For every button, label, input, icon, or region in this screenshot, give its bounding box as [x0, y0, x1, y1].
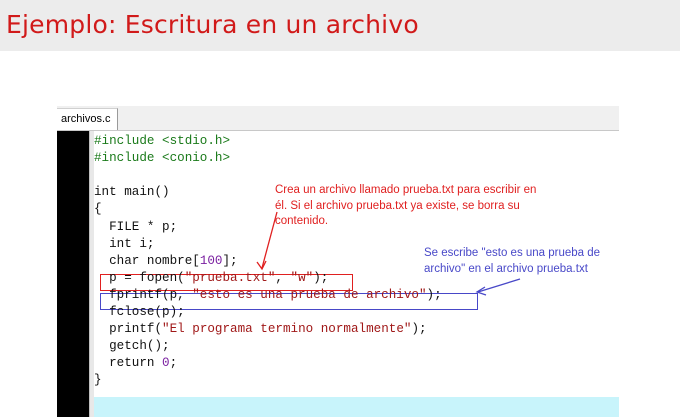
- code-token: #include <stdio.h>: [94, 134, 231, 148]
- code-line: FILE * p;: [94, 219, 177, 236]
- code-line: char nombre[100];: [94, 253, 238, 270]
- annotation-line: Se escribe "esto es una prueba de: [424, 247, 601, 259]
- fopen-annotation: Crea un archivo llamado prueba.txt para …: [275, 183, 536, 230]
- code-line: fprintf(p, "esto es una prueba de archiv…: [94, 287, 442, 304]
- code-token: );: [411, 322, 427, 337]
- code-token: return: [94, 356, 163, 371]
- code-token: p = fopen(: [94, 270, 185, 285]
- code-token: "w": [290, 270, 314, 285]
- code-line: #include <conio.h>: [94, 150, 230, 167]
- code-token: }: [94, 373, 102, 388]
- code-token: {: [94, 202, 102, 217]
- code-token: getch();: [94, 339, 170, 354]
- code-line: printf("El programa termino normalmente"…: [94, 321, 427, 338]
- annotation-line: él. Si el archivo prueba.txt ya existe, …: [275, 199, 520, 212]
- code-token: char nombre[: [94, 253, 200, 268]
- editor-tab-bar: archivos.c: [57, 106, 619, 131]
- annotation-line: Crea un archivo llamado prueba.txt para …: [275, 184, 537, 196]
- code-line: #include <stdio.h>: [94, 133, 230, 150]
- code-token: ;: [169, 356, 178, 371]
- code-line: }: [94, 372, 102, 389]
- code-line: {: [94, 201, 102, 218]
- code-token: printf(: [94, 322, 163, 337]
- slide-title: Ejemplo: Escritura en un archivo: [6, 10, 419, 39]
- code-token: fprintf(p,: [94, 287, 193, 302]
- code-line: int main(): [94, 184, 170, 201]
- line-number-gutter: [57, 131, 89, 417]
- annotation-line: contenido.: [275, 215, 329, 227]
- code-line: getch();: [94, 338, 170, 355]
- code-token: #include <conio.h>: [94, 151, 231, 166]
- code-token: fclose(p);: [94, 305, 185, 319]
- code-token: ];: [222, 253, 238, 268]
- slide-header: Ejemplo: Escritura en un archivo: [0, 0, 680, 51]
- code-token: "El programa termino normalmente": [162, 322, 412, 337]
- code-line: int i;: [94, 236, 154, 253]
- code-line: return 0;: [94, 355, 177, 372]
- current-line-highlight: [94, 397, 619, 417]
- code-token: );: [426, 287, 442, 302]
- file-tab-archivos-c[interactable]: archivos.c: [57, 108, 118, 130]
- code-token: 100: [199, 253, 223, 268]
- code-token: "esto es una prueba de archivo": [192, 287, 427, 302]
- code-line: fclose(p);: [94, 304, 185, 321]
- code-token: );: [313, 270, 329, 285]
- code-token: ,: [275, 270, 291, 285]
- code-token: FILE * p;: [94, 219, 178, 234]
- code-token: int main(): [94, 185, 170, 200]
- code-line: p = fopen("prueba.txt", "w");: [94, 270, 328, 287]
- fprintf-annotation: Se escribe "esto es una prueba de archivo…: [424, 246, 600, 277]
- annotation-line: archivo" en el archivo prueba.txt: [424, 262, 588, 275]
- code-token: "prueba.txt": [184, 270, 276, 285]
- code-token: 0: [162, 356, 170, 371]
- code-token: int i;: [94, 236, 155, 251]
